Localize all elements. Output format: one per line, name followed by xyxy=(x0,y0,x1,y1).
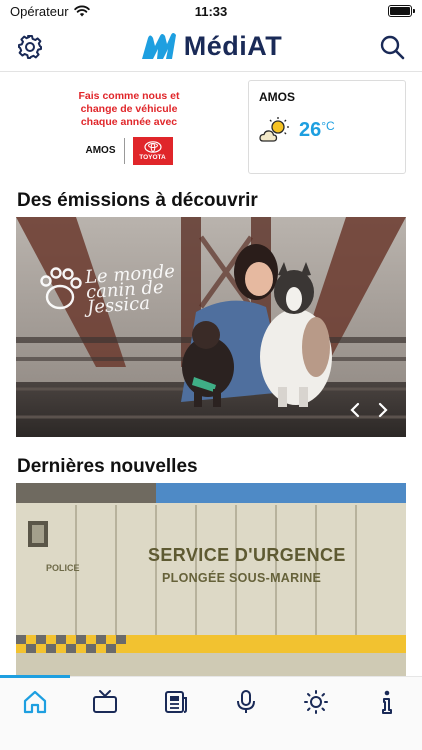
tab-weather[interactable] xyxy=(296,689,336,725)
carousel-next-button[interactable] xyxy=(370,397,396,423)
info-icon xyxy=(381,690,392,714)
show-logo-text: Le monde canin de Jessica xyxy=(84,261,178,318)
shows-section-title: Des émissions à découvrir xyxy=(17,190,258,211)
search-icon xyxy=(380,35,405,59)
news-section-title: Dernières nouvelles xyxy=(17,456,198,477)
battery-level xyxy=(390,7,410,15)
weather-icon xyxy=(304,690,329,714)
search-button[interactable] xyxy=(376,31,408,63)
weather-temperature: 26 xyxy=(299,118,322,141)
top-widgets: Fais comme nous et change de véhicule ch… xyxy=(16,80,406,174)
chevron-right-icon xyxy=(378,402,388,418)
tab-tv[interactable] xyxy=(85,689,125,725)
weather-city: AMOS xyxy=(259,90,295,104)
news-icon xyxy=(164,691,187,713)
toyota-emblem-icon xyxy=(143,140,162,153)
battery-icon xyxy=(388,5,415,17)
tab-home[interactable] xyxy=(15,689,55,725)
ad-banner[interactable]: Fais comme nous et change de véhicule ch… xyxy=(16,80,242,174)
app-header: MédiAT xyxy=(0,22,422,72)
ad-line-3: chaque année avec xyxy=(80,115,178,128)
weather-temperature-group: 26°C xyxy=(299,119,335,142)
status-bar: Opérateur 11:33 xyxy=(0,0,422,22)
ad-city: AMOS xyxy=(85,145,116,156)
partly-sunny-icon xyxy=(259,117,289,142)
ad-divider xyxy=(123,137,125,164)
featured-show-card[interactable]: Le monde canin de Jessica xyxy=(16,217,406,437)
mediat-logo-mark xyxy=(141,32,176,59)
bottom-tab-bar xyxy=(0,675,422,750)
active-tab-indicator xyxy=(0,675,70,678)
ad-line-2: change de véhicule xyxy=(80,102,178,115)
ad-brand-row: AMOS TOYOTA xyxy=(85,136,173,165)
tab-info[interactable] xyxy=(367,689,407,725)
truck-police-label: POLICE xyxy=(46,563,80,573)
tv-icon xyxy=(93,690,118,713)
clock: 11:33 xyxy=(194,4,228,19)
truck-subtitle: PLONGÉE SOUS-MARINE xyxy=(162,571,322,585)
settings-button[interactable] xyxy=(14,31,46,63)
ad-brand: TOYOTA xyxy=(139,153,166,161)
chevron-left-icon xyxy=(350,402,360,418)
ad-line-1: Fais comme nous et xyxy=(78,89,180,102)
news-item-card[interactable]: POLICE SERVICE D'URGENCE PLONGÉE SOUS-MA… xyxy=(16,483,406,677)
tab-news[interactable] xyxy=(156,689,196,725)
weather-main: 26°C xyxy=(259,116,395,144)
app-logo[interactable]: MédiAT xyxy=(140,31,283,62)
gear-icon xyxy=(18,34,42,59)
weather-unit: °C xyxy=(321,118,335,133)
logo-text: MédiAT xyxy=(183,31,283,61)
carousel-prev-button[interactable] xyxy=(342,397,368,423)
weather-card[interactable]: AMOS 26°C xyxy=(248,80,406,174)
microphone-icon xyxy=(237,690,256,713)
home-icon xyxy=(24,690,47,714)
truck-title: SERVICE D'URGENCE xyxy=(148,545,346,565)
tab-radio[interactable] xyxy=(226,689,266,725)
toyota-logo: TOYOTA xyxy=(132,136,173,165)
